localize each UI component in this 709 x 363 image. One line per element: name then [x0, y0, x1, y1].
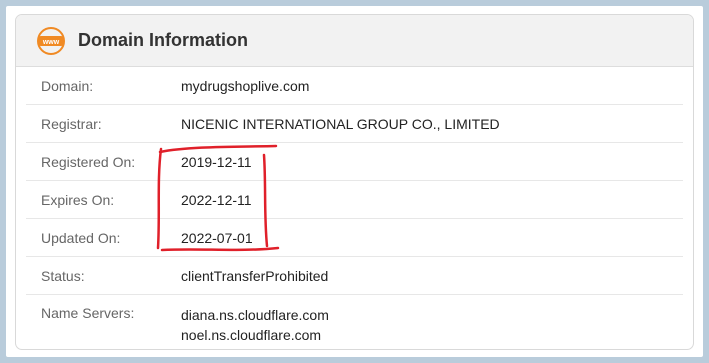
row-expires-on: Expires On: 2022-12-11 [26, 181, 683, 219]
label-updated-on: Updated On: [41, 229, 121, 246]
row-status: Status: clientTransferProhibited [26, 257, 683, 295]
page-frame: www Domain Information Domain: mydrugsho… [6, 6, 703, 357]
value-registered-on: 2019-12-11 [181, 153, 252, 170]
domain-info-card: www Domain Information Domain: mydrugsho… [15, 14, 694, 350]
row-updated-on: Updated On: 2022-07-01 [26, 219, 683, 257]
label-registrar: Registrar: [41, 115, 102, 132]
www-icon: www [36, 26, 66, 56]
card-title: Domain Information [78, 30, 248, 50]
label-expires-on: Expires On: [41, 191, 115, 208]
label-name-servers: Name Servers: [41, 305, 135, 321]
value-registrar: NICENIC INTERNATIONAL GROUP CO., LIMITED [181, 115, 500, 132]
value-status: clientTransferProhibited [181, 267, 329, 284]
row-registrar: Registrar: NICENIC INTERNATIONAL GROUP C… [26, 105, 683, 143]
domain-info-table: Domain: mydrugshoplive.com Registrar: NI… [16, 67, 693, 349]
svg-text:www: www [42, 39, 60, 46]
value-domain: mydrugshoplive.com [181, 77, 310, 94]
row-domain: Domain: mydrugshoplive.com [26, 67, 683, 105]
row-registered-on: Registered On: 2019-12-11 [26, 143, 683, 181]
label-registered-on: Registered On: [41, 153, 136, 170]
card-header: www Domain Information [16, 15, 693, 67]
name-server-2: noel.ns.cloudflare.com [181, 327, 322, 343]
label-status: Status: [41, 267, 85, 284]
label-domain: Domain: [41, 77, 94, 94]
name-server-list: diana.ns.cloudflare.com noel.ns.cloudfla… [181, 305, 329, 345]
value-expires-on: 2022-12-11 [181, 191, 252, 208]
value-updated-on: 2022-07-01 [181, 229, 253, 246]
name-server-1: diana.ns.cloudflare.com [181, 307, 329, 323]
row-name-servers: Name Servers: diana.ns.cloudflare.com no… [26, 295, 683, 349]
